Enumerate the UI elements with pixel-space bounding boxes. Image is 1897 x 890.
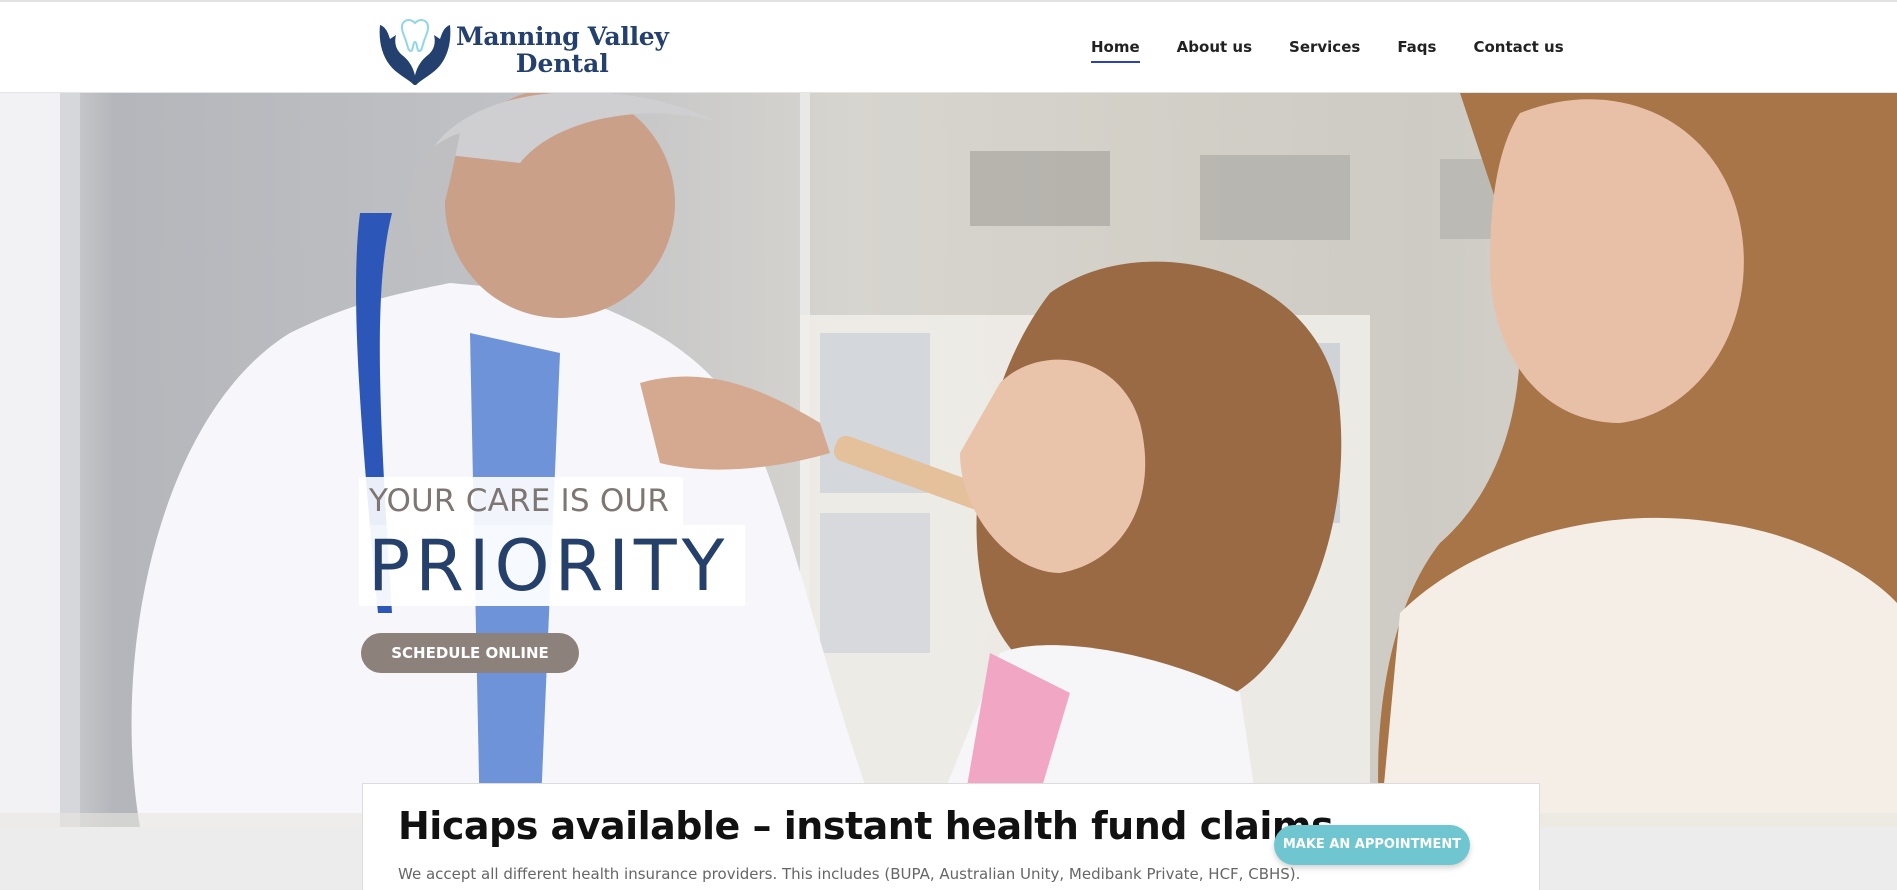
hero-caption-line-2: PRIORITY	[359, 525, 746, 607]
nav-services[interactable]: Services	[1289, 38, 1360, 63]
schedule-online-button[interactable]: SCHEDULE ONLINE	[361, 633, 579, 673]
nav-contact-us[interactable]: Contact us	[1473, 38, 1563, 63]
site-logo[interactable]: Manning Valley Dental	[376, 15, 669, 85]
hicaps-info-box: Hicaps available – instant health fund c…	[362, 783, 1540, 890]
nav-faqs[interactable]: Faqs	[1397, 38, 1436, 63]
hero-photo-icon	[0, 93, 1897, 827]
hero-caption-line-1: YOUR CARE IS OUR	[359, 477, 684, 525]
site-header: Manning Valley Dental Home About us Serv…	[0, 0, 1897, 93]
logo-line-2: Dental	[515, 49, 609, 78]
make-appointment-button[interactable]: MAKE AN APPOINTMENT	[1274, 825, 1470, 865]
nav-home[interactable]: Home	[1091, 38, 1140, 63]
tooth-hands-logo-icon	[379, 19, 451, 85]
logo-text: Manning Valley Dental	[456, 23, 669, 77]
info-title: Hicaps available – instant health fund c…	[398, 804, 1334, 848]
hero-banner: YOUR CARE IS OUR PRIORITY SCHEDULE ONLIN…	[0, 93, 1897, 827]
info-text: We accept all different health insurance…	[398, 865, 1301, 883]
logo-line-1: Manning Valley	[456, 22, 669, 51]
main-nav: Home About us Services Faqs Contact us	[1091, 38, 1601, 63]
nav-about-us[interactable]: About us	[1177, 38, 1252, 63]
